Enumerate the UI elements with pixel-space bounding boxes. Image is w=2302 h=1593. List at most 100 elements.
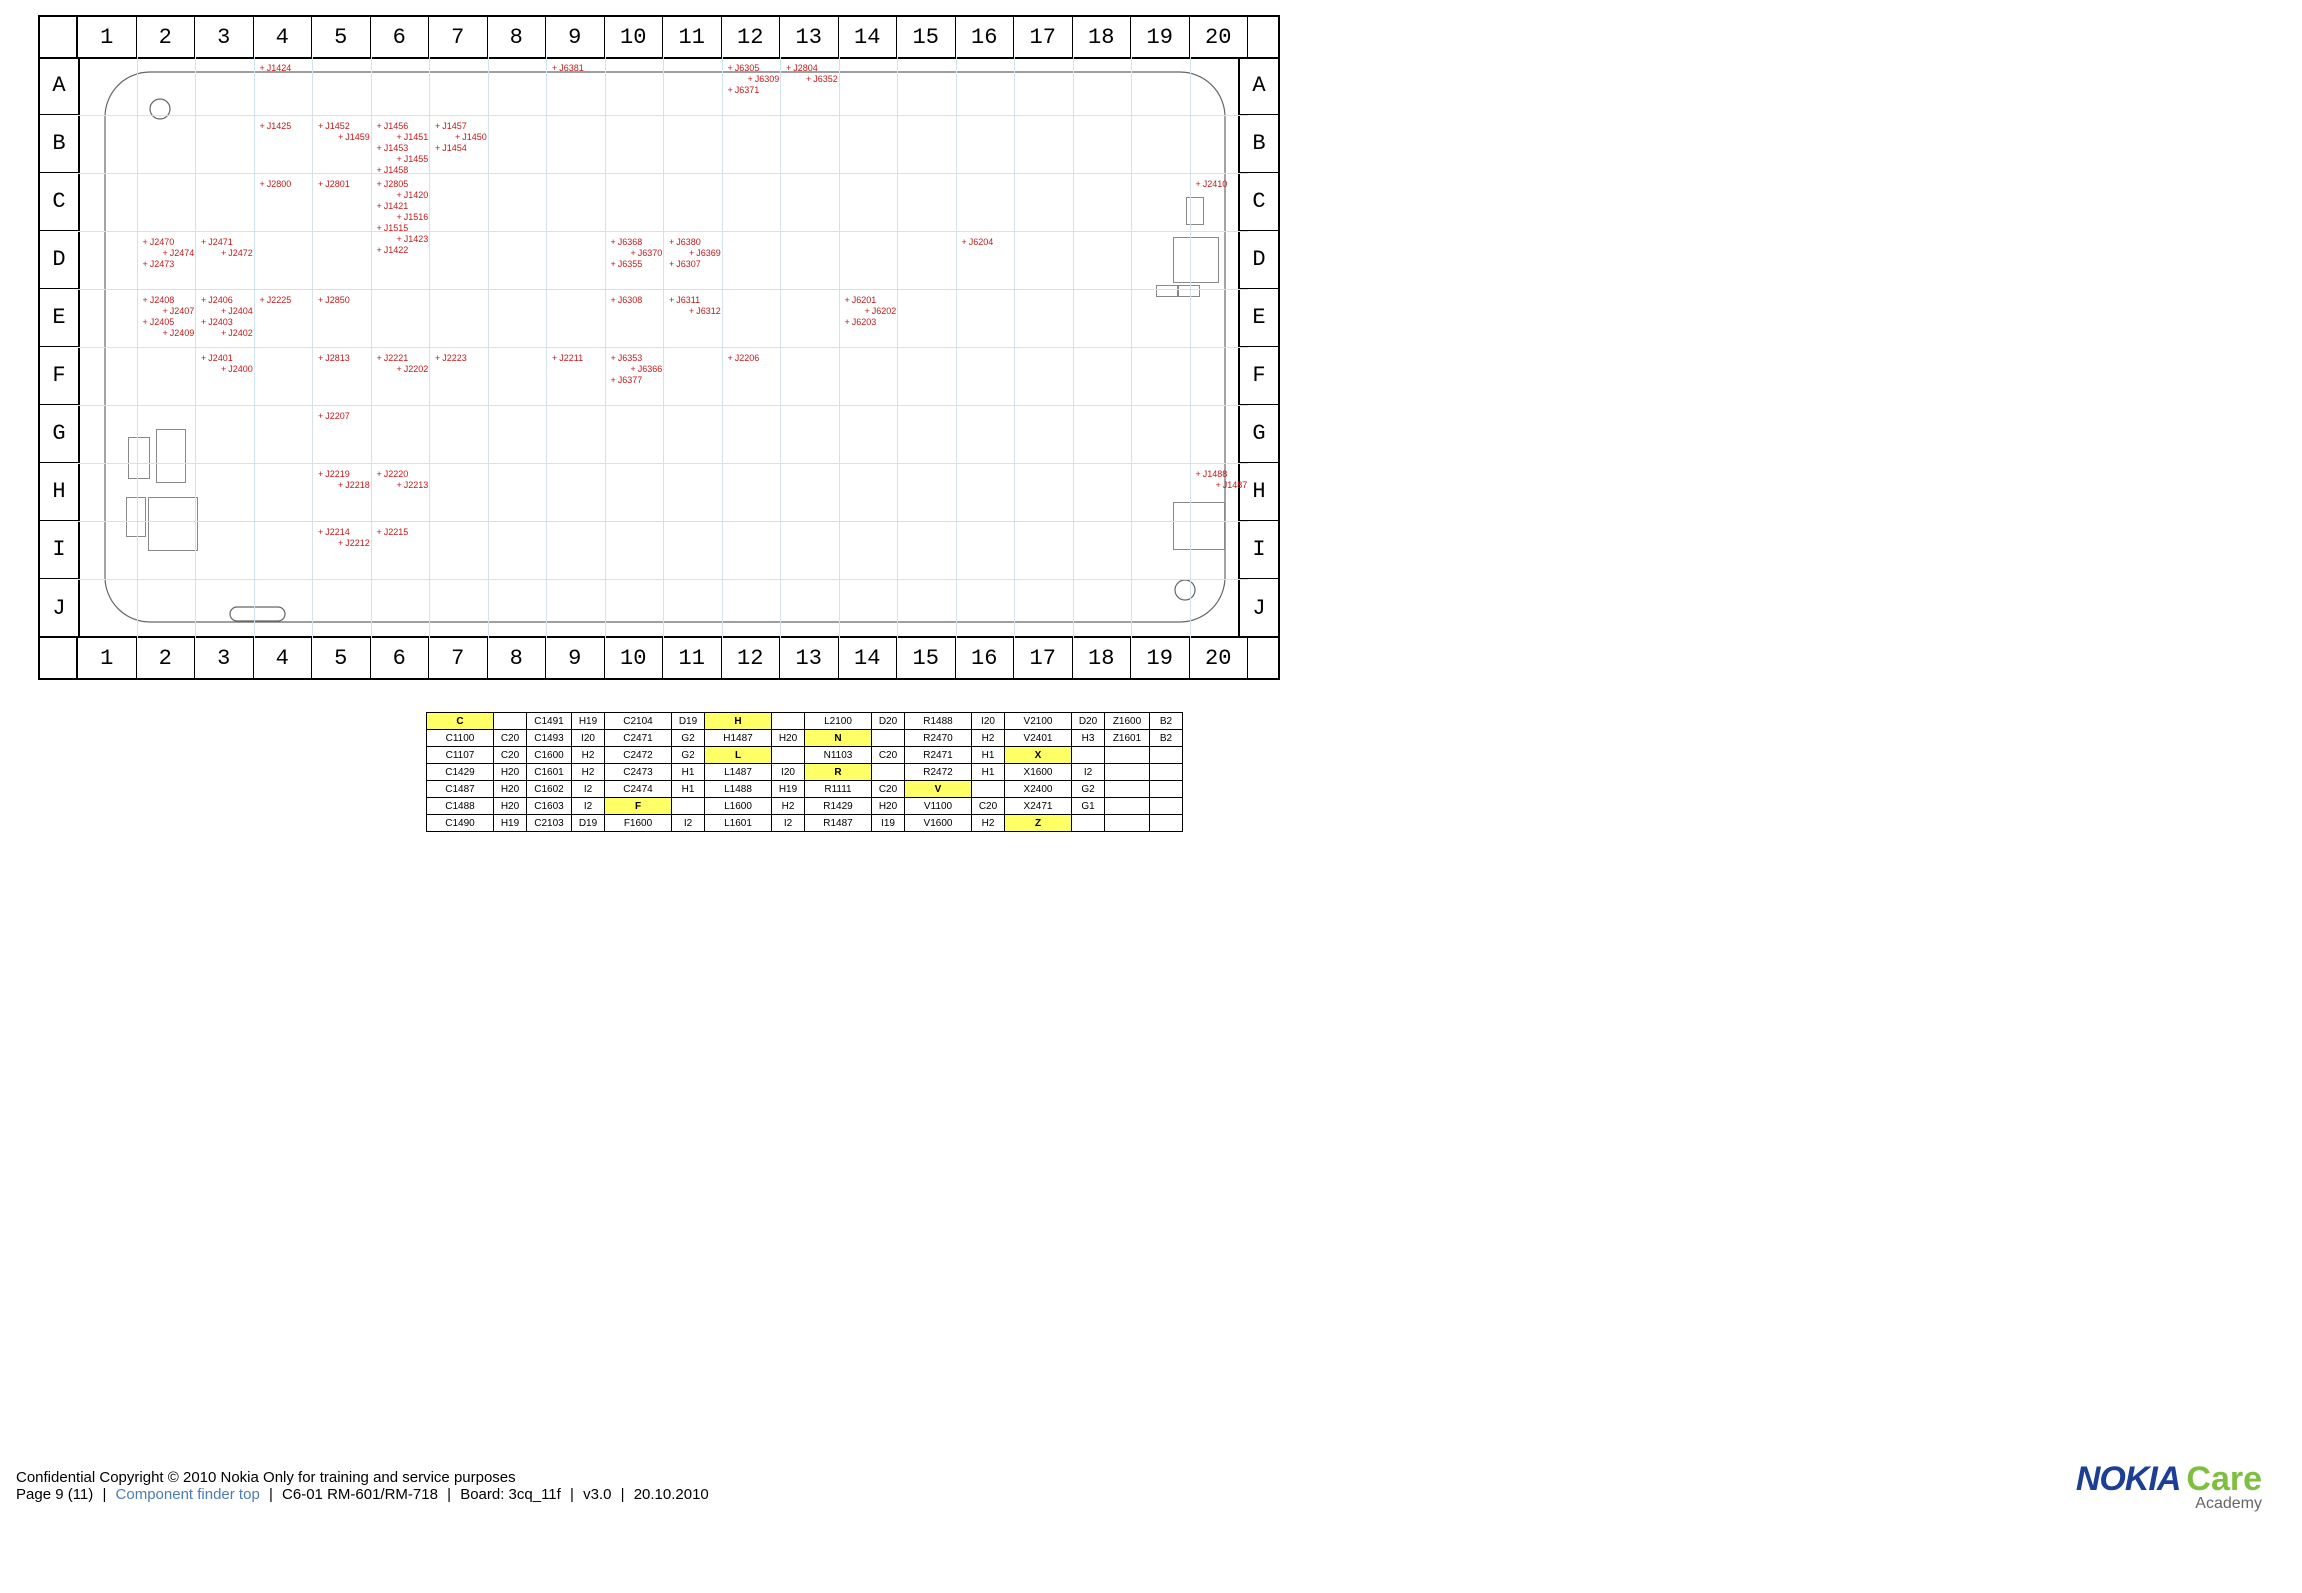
component-label: +J6204: [962, 237, 994, 247]
index-cell: D20: [872, 713, 905, 730]
component-label: +J2804: [786, 63, 818, 73]
component-label: +J1424: [260, 63, 292, 73]
index-cell: [1105, 764, 1150, 781]
index-cell: G2: [1072, 781, 1105, 798]
ic-block: [1173, 237, 1219, 283]
col-header: 12: [722, 17, 781, 57]
index-cell: L1600: [705, 798, 772, 815]
component-label: +J2470: [143, 237, 175, 247]
index-cell: X2471: [1005, 798, 1072, 815]
index-cell: [872, 730, 905, 747]
col-header: 14: [839, 17, 898, 57]
model: C6-01 RM-601/RM-718: [282, 1486, 438, 1503]
index-cell: H19: [572, 713, 605, 730]
component-label: +J6202: [865, 306, 897, 316]
index-cell: [1072, 747, 1105, 764]
index-cell: C2474: [605, 781, 672, 798]
index-cell: C1490: [427, 815, 494, 832]
component-label: +J2215: [377, 527, 409, 537]
col-header: 17: [1014, 17, 1073, 57]
col-header: 5: [312, 17, 371, 57]
component-label: +J2402: [221, 328, 253, 338]
index-cell: R2472: [905, 764, 972, 781]
index-cell: L1487: [705, 764, 772, 781]
component-label: +J1456: [377, 121, 409, 131]
col-headers-top: 1234567891011121314151617181920: [40, 17, 1278, 59]
component-label: +J2813: [318, 353, 350, 363]
version: v3.0: [583, 1486, 611, 1503]
component-label: +J2400: [221, 364, 253, 374]
component-label: +J6377: [611, 375, 643, 385]
col-header: 8: [488, 638, 547, 678]
col-header: 11: [663, 638, 722, 678]
component-label: +J6355: [611, 259, 643, 269]
col-header: 4: [254, 638, 313, 678]
col-header: 20: [1190, 17, 1249, 57]
index-cell: H19: [772, 781, 805, 798]
footer: Confidential Copyright © 2010 Nokia Only…: [16, 1469, 709, 1503]
logo-nokia: NOKIA: [2076, 1460, 2181, 1498]
index-cell: [1150, 747, 1183, 764]
component-label: +J1421: [377, 201, 409, 211]
index-section-header: R: [805, 764, 872, 781]
index-cell: R2470: [905, 730, 972, 747]
index-cell: R1111: [805, 781, 872, 798]
index-section-header: C: [427, 713, 494, 730]
col-header: 18: [1073, 17, 1132, 57]
board-id: Board: 3cq_11f: [460, 1486, 561, 1503]
component-label: +J6309: [748, 74, 780, 84]
index-cell: G2: [672, 730, 705, 747]
component-label: +J1451: [397, 132, 429, 142]
component-label: +J1422: [377, 245, 409, 255]
component-label: +J2214: [318, 527, 350, 537]
row-headers-left: ABCDEFGHIJ: [40, 57, 80, 637]
index-cell: H3: [1072, 730, 1105, 747]
index-cell: H2: [772, 798, 805, 815]
row-header: B: [40, 115, 78, 173]
ic-block: [148, 497, 198, 551]
index-cell: C1491: [527, 713, 572, 730]
col-header: 1: [78, 17, 137, 57]
index-cell: [494, 713, 527, 730]
index-cell: C20: [494, 730, 527, 747]
component-label: +J6371: [728, 85, 760, 95]
index-section-header: N: [805, 730, 872, 747]
index-cell: H1: [672, 764, 705, 781]
index-cell: C20: [494, 747, 527, 764]
index-cell: H1487: [705, 730, 772, 747]
index-cell: H20: [872, 798, 905, 815]
index-cell: [1150, 781, 1183, 798]
index-cell: L1488: [705, 781, 772, 798]
logo-care: Care: [2186, 1460, 2262, 1498]
copyright-line: Confidential Copyright © 2010 Nokia Only…: [16, 1469, 709, 1486]
row-header: F: [40, 347, 78, 405]
component-label: +J2206: [728, 353, 760, 363]
component-label: +J6370: [631, 248, 663, 258]
col-headers-bottom: 1234567891011121314151617181920: [40, 636, 1278, 678]
component-label: +J6312: [689, 306, 721, 316]
component-label: +J2408: [143, 295, 175, 305]
index-cell: H2: [972, 815, 1005, 832]
component-label: +J1457: [435, 121, 467, 131]
index-cell: I20: [572, 730, 605, 747]
index-cell: [1150, 764, 1183, 781]
component-label: +J1487: [1216, 480, 1248, 490]
component-label: +J2404: [221, 306, 253, 316]
index-cell: V2100: [1005, 713, 1072, 730]
index-cell: F1600: [605, 815, 672, 832]
row-header: G: [40, 405, 78, 463]
component-label: +J6307: [669, 259, 701, 269]
ic-block: [1156, 285, 1178, 297]
index-cell: R2471: [905, 747, 972, 764]
row-header: C: [40, 173, 78, 231]
index-cell: G1: [1072, 798, 1105, 815]
component-label: +J2406: [201, 295, 233, 305]
index-cell: R1488: [905, 713, 972, 730]
index-cell: V1100: [905, 798, 972, 815]
index-cell: C1429: [427, 764, 494, 781]
grid-inner: +J1424+J6381+J6305+J6309+J2804+J6371+J63…: [78, 57, 1248, 638]
index-cell: B2: [1150, 730, 1183, 747]
index-cell: H19: [494, 815, 527, 832]
index-cell: X2400: [1005, 781, 1072, 798]
component-label: +J2410: [1196, 179, 1228, 189]
